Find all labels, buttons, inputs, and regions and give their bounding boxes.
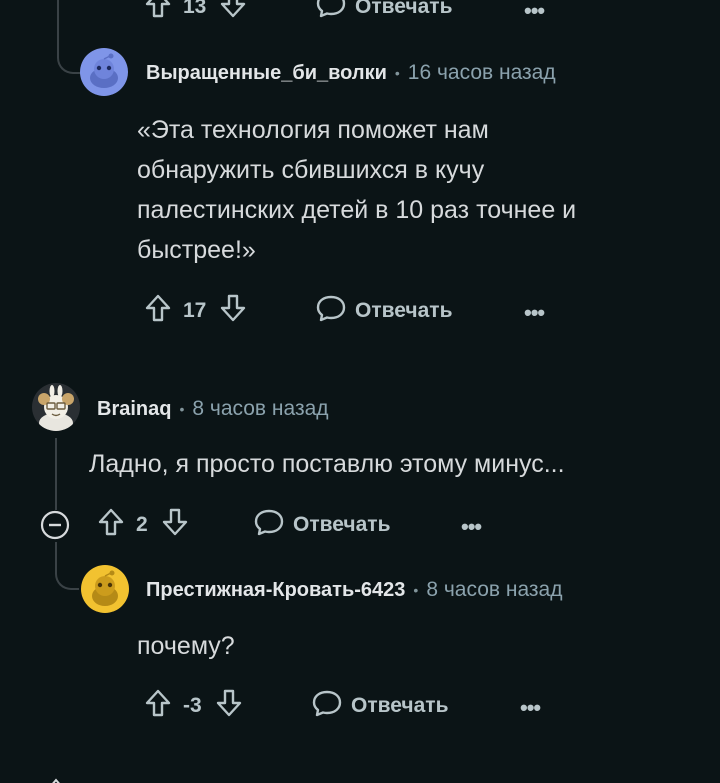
separator-dot: • (179, 401, 185, 417)
reply-button[interactable]: Отвечать (253, 508, 391, 542)
comment-meta: Престижная-Кровать-6423 • 8 часов назад (146, 575, 562, 605)
timestamp: 8 часов назад (192, 397, 329, 420)
next-comment-avatar-partial (44, 774, 68, 783)
separator-dot: • (394, 65, 400, 81)
top-reply-button[interactable]: Отвечать (315, 0, 452, 22)
username-link[interactable]: Престижная-Кровать-6423 (146, 579, 405, 602)
collapse-icon (40, 510, 70, 540)
reply-label: Отвечать (355, 0, 453, 18)
comment-icon (253, 508, 285, 542)
vote-score: 2 (136, 513, 148, 536)
more-options-button[interactable]: ••• (524, 300, 545, 326)
comment-body: «Эта технология поможет нам обнаружить с… (137, 110, 677, 270)
top-vote-row: 13 (145, 0, 246, 22)
snoo-avatar-icon (90, 53, 118, 88)
reply-label: Отвечать (351, 694, 449, 717)
vote-row: 17 (145, 294, 246, 328)
collapse-thread-button[interactable] (40, 510, 70, 540)
comment-line: палестинских детей в 10 раз точнее и (137, 196, 577, 224)
comment-icon (315, 0, 347, 24)
thread-curve-c1 (57, 36, 81, 74)
comment-icon (311, 689, 343, 723)
more-options-button[interactable]: ••• (461, 514, 482, 540)
comment-body: почему? (137, 632, 235, 660)
upvote-icon[interactable] (145, 294, 171, 328)
reply-button[interactable]: Отвечать (315, 294, 453, 328)
downvote-icon[interactable] (162, 508, 188, 542)
timestamp: 16 часов назад (407, 61, 556, 84)
reply-button[interactable]: Отвечать (311, 689, 449, 723)
separator-dot: • (413, 582, 419, 598)
vote-row: 2 (98, 508, 188, 542)
vote-score: -3 (183, 694, 202, 717)
comment-line: «Эта технология поможет нам (137, 116, 489, 144)
comment-line: быстрее!» (137, 236, 256, 264)
snoo-avatar-icon (92, 570, 118, 606)
downvote-icon[interactable] (220, 0, 246, 24)
thread-line-c2 (55, 438, 57, 510)
comment-line: обнаружить сбившихся в кучу (137, 156, 485, 184)
more-options-button[interactable]: ••• (520, 695, 541, 721)
vote-row: -3 (145, 689, 242, 723)
top-more-button[interactable]: ••• (524, 0, 545, 24)
vote-score: 17 (183, 299, 207, 322)
avatar[interactable] (81, 565, 129, 613)
avatar[interactable] (80, 48, 128, 96)
username-link[interactable]: Выращенные_би_волки (146, 62, 387, 85)
comment-meta: Выращенные_би_волки • 16 часов назад (146, 58, 556, 88)
thread-curve-c3 (55, 550, 79, 590)
reply-label: Отвечать (293, 513, 391, 536)
comment-body: Ладно, я просто поставлю этому минус... (89, 450, 565, 478)
top-score: 13 (183, 0, 207, 18)
upvote-icon[interactable] (98, 508, 124, 542)
timestamp: 8 часов назад (426, 578, 563, 601)
downvote-icon[interactable] (216, 689, 242, 723)
upvote-icon[interactable] (145, 689, 171, 723)
comment-icon (315, 294, 347, 328)
reply-label: Отвечать (355, 299, 453, 322)
comment-meta: Brainaq • 8 часов назад (97, 394, 329, 424)
custom-avatar-icon (38, 385, 74, 431)
username-link[interactable]: Brainaq (97, 398, 171, 421)
avatar[interactable] (32, 383, 80, 431)
upvote-icon[interactable] (145, 0, 171, 24)
downvote-icon[interactable] (220, 294, 246, 328)
